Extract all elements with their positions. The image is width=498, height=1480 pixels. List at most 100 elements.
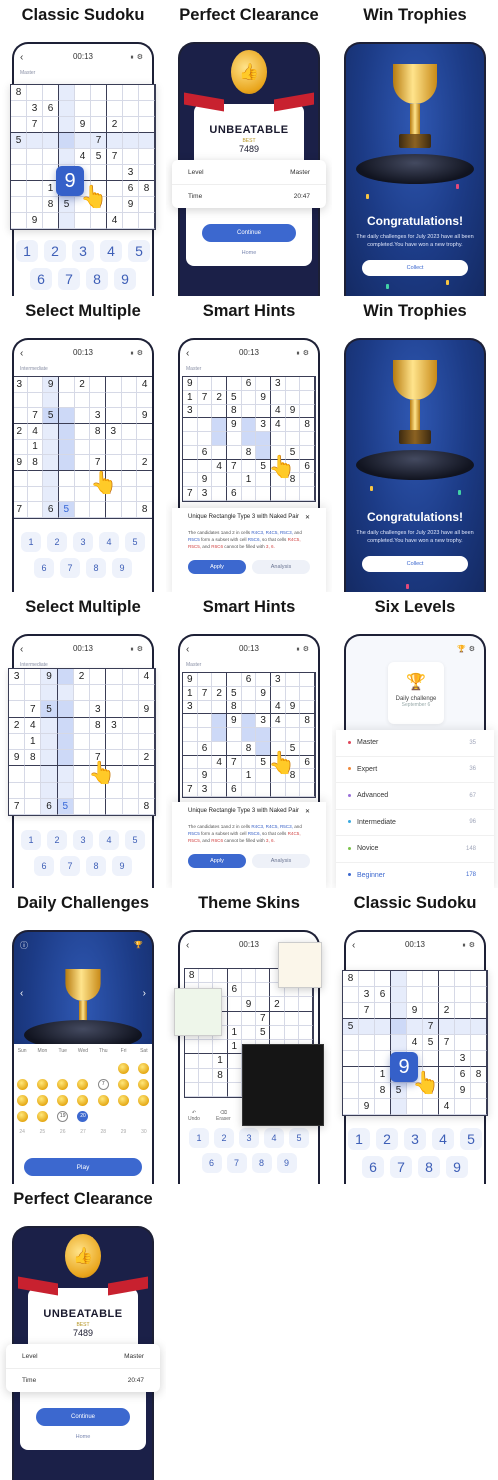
eraser-button[interactable]: ⌫ Eraser [216,1110,231,1122]
numpad-key[interactable]: 5 [125,830,145,850]
numpad-key[interactable]: 8 [86,558,106,578]
apply-button[interactable]: Apply [188,560,246,575]
numpad-key[interactable]: 1 [21,532,41,552]
numpad-key[interactable]: 3 [72,240,94,262]
number-pad[interactable]: 1 2 3 4 5 6 7 8 9 [348,1128,482,1178]
pedestal [356,450,474,480]
prev-month-icon[interactable]: ‹ [20,988,23,999]
hand-pointer-icon: 👆 [80,184,108,209]
pause-settings-icons[interactable]: ⏸⚙ [296,349,312,358]
numpad-key[interactable]: 9 [112,558,132,578]
trophy-medal-icon: 👍 [231,50,267,94]
numpad-key[interactable]: 8 [86,856,106,876]
result-banner: UNBEATABLE [43,1308,123,1320]
numpad-key[interactable]: 9 [276,1153,297,1173]
numpad-key[interactable]: 1 [21,830,41,850]
collect-button[interactable]: Collect [362,556,468,572]
numpad-key[interactable]: 1 [189,1128,209,1148]
numpad-key[interactable]: 4 [99,830,119,850]
theme-swatch-green[interactable] [174,988,222,1036]
candidates-grid[interactable]: 963 17259 3849 9348 685 4756 918 736 [182,672,316,798]
close-icon[interactable]: ✕ [305,808,310,815]
numpad-key[interactable]: 5 [460,1128,482,1150]
numpad-key[interactable]: 9 [446,1156,468,1178]
number-pad[interactable]: 1 2 3 4 5 6 7 8 9 [16,240,150,290]
numpad-key[interactable]: 6 [362,1156,384,1178]
panel-win-trophies: Win Trophies Congratulations! The daily … [332,0,498,296]
numpad-key[interactable]: 1 [16,240,38,262]
numpad-key[interactable]: 2 [47,532,67,552]
sudoku-grid[interactable]: 3924 7539 2483 1 9872 7658 [8,668,156,816]
panel-smart-hints: Smart Hints ‹ 00:13 ⏸⚙ Master 963 17259 … [166,296,332,592]
numpad-key[interactable]: 2 [214,1128,234,1148]
trophy-icon[interactable]: 🏆 [134,941,146,949]
number-pad[interactable]: 1 2 3 4 5 6 7 8 9 [14,532,152,578]
numpad-key[interactable]: 7 [60,856,80,876]
level-item-advanced[interactable]: Advanced 67 [336,783,494,810]
level-item-beginner[interactable]: Beginner 178 [336,863,494,889]
pause-settings-icons[interactable]: ⏸⚙ [462,941,478,950]
numpad-key[interactable]: 1 [348,1128,370,1150]
apply-button[interactable]: Apply [188,854,246,869]
number-pad[interactable]: 1 2 3 4 5 6 7 8 9 [182,1128,316,1173]
pause-settings-icons[interactable]: ⏸⚙ [130,53,146,62]
info-icon[interactable]: ⓘ [20,940,28,951]
numpad-key[interactable]: 8 [251,1153,272,1173]
trophy-settings-icons[interactable]: 🏆⚙ [457,645,478,653]
continue-button[interactable]: Continue [202,224,296,242]
numpad-key[interactable]: 7 [60,558,80,578]
numpad-key[interactable]: 8 [86,268,108,290]
numpad-key[interactable]: 5 [128,240,150,262]
continue-button[interactable]: Continue [36,1408,130,1426]
numpad-key[interactable]: 8 [418,1156,440,1178]
numpad-key[interactable]: 3 [73,830,93,850]
number-pad[interactable]: 1 2 3 4 5 6 7 8 9 [14,830,152,876]
numpad-key[interactable]: 3 [239,1128,259,1148]
numpad-key[interactable]: 2 [47,830,67,850]
analysis-button[interactable]: Analysis [252,854,310,869]
numpad-key[interactable]: 5 [289,1128,309,1148]
numpad-key[interactable]: 7 [58,268,80,290]
next-month-icon[interactable]: › [143,988,146,999]
numpad-key[interactable]: 7 [390,1156,412,1178]
undo-button[interactable]: ↶ Undo [188,1110,200,1122]
sudoku-grid[interactable]: 3924 7539 2483 1 9872 7658 [14,376,152,519]
numpad-key[interactable]: 9 [112,856,132,876]
collect-button[interactable]: Collect [362,260,468,276]
candidates-grid[interactable]: 963 17259 3849 9348 685 4756 918 736 [182,376,316,502]
numpad-key[interactable]: 2 [376,1128,398,1150]
numpad-key[interactable]: 5 [125,532,145,552]
numpad-key[interactable]: 9 [114,268,136,290]
numpad-key[interactable]: 4 [264,1128,284,1148]
level-item-intermediate[interactable]: Intermediate 96 [336,810,494,836]
numpad-key[interactable]: 6 [201,1153,222,1173]
numpad-key[interactable]: 4 [99,532,119,552]
home-link[interactable]: Home [186,250,312,256]
result-banner: UNBEATABLE [209,124,289,136]
numpad-key[interactable]: 6 [34,558,54,578]
numpad-key[interactable]: 3 [404,1128,426,1150]
numpad-key[interactable]: 4 [100,240,122,262]
theme-swatch-dark[interactable] [242,1044,324,1126]
level-item-novice[interactable]: Novice 148 [336,836,494,863]
numpad-key[interactable]: 3 [73,532,93,552]
analysis-button[interactable]: Analysis [252,560,310,575]
numpad-key[interactable]: 4 [432,1128,454,1150]
numpad-key[interactable]: 6 [30,268,52,290]
level-item-expert[interactable]: Expert 36 [336,757,494,783]
home-link[interactable]: Home [20,1434,146,1440]
pause-settings-icons[interactable]: ⏸⚙ [296,645,312,654]
panel-title: Classic Sudoku [21,6,145,24]
level-item-master[interactable]: Master 35 [336,730,494,757]
numpad-key[interactable]: 2 [44,240,66,262]
congrats-message: The daily challenges for July 2023 have … [356,234,474,248]
pause-settings-icons[interactable]: ⏸⚙ [130,349,146,358]
numpad-key[interactable]: 6 [34,856,54,876]
numpad-key[interactable]: 7 [226,1153,247,1173]
calendar[interactable]: Sun Mon Tue Wed Thu Fri Sat 7 19 20 24 25 26 27 28 2… [14,1044,152,1148]
theme-swatch-cream[interactable] [278,942,322,988]
pause-settings-icons[interactable]: ⏸⚙ [130,645,146,654]
play-button[interactable]: Play [24,1158,142,1176]
close-icon[interactable]: ✕ [305,514,310,521]
daily-challenge-card[interactable]: 🏆 Daily challenge September 6 [388,662,444,724]
